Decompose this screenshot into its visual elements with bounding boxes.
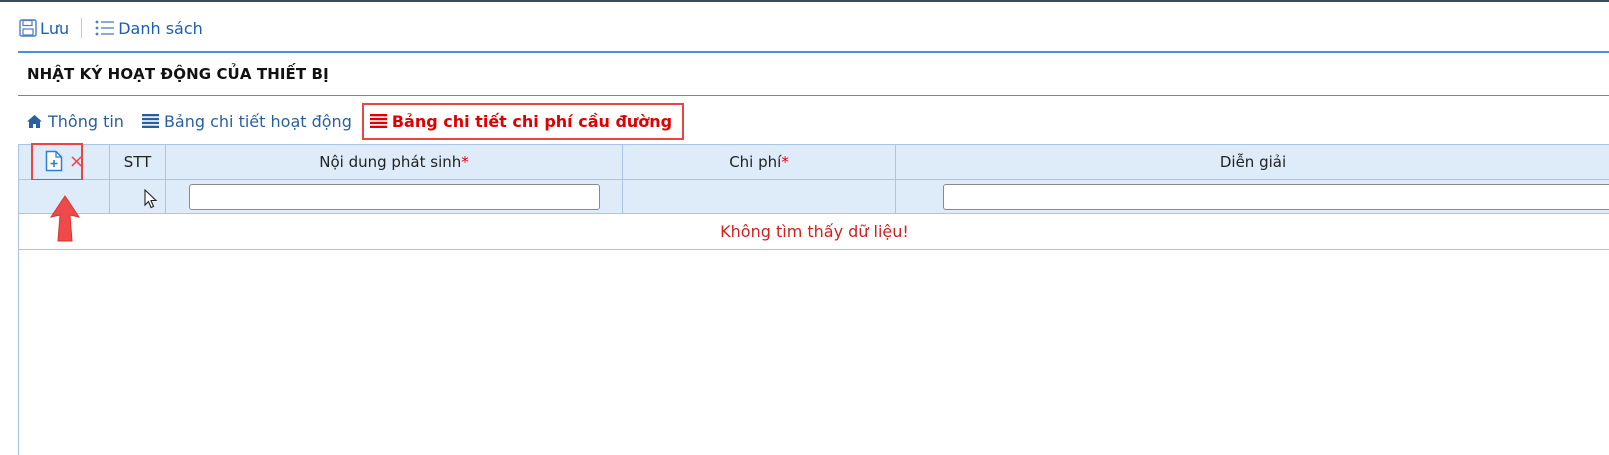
tab-label: Thông tin (48, 111, 124, 131)
arrow-up-icon (50, 195, 80, 242)
filter-dien-giai-cell (896, 180, 1609, 213)
header-noi-dung-phat-sinh: Nội dung phát sinh * (166, 145, 623, 179)
required-mark: * (461, 153, 469, 171)
cost-grid: × STT Nội dung phát sinh * Chi phí * Diễn … (18, 143, 1609, 455)
tab-bang-chi-tiet-hoat-dong[interactable]: Bảng chi tiết hoạt động (141, 111, 352, 131)
dien-giai-filter-input[interactable] (943, 183, 1609, 210)
header-stt: STT (110, 145, 166, 179)
save-icon (19, 19, 37, 37)
window-top-border (0, 0, 1609, 2)
grid-header-row: × STT Nội dung phát sinh * Chi phí * Diễn … (19, 143, 1609, 181)
grid-filter-row (19, 180, 1609, 214)
list-label: Danh sách (118, 18, 203, 38)
empty-message: Không tìm thấy dữ liệu! (720, 222, 909, 241)
toolbar: Lưu Danh sách (18, 14, 203, 42)
title-divider (18, 95, 1609, 96)
list-icon (369, 114, 387, 128)
header-chi-phi: Chi phí * (623, 145, 896, 179)
home-icon (27, 114, 42, 128)
noi-dung-filter-input[interactable] (188, 183, 600, 210)
highlight-box (31, 143, 83, 181)
list-icon (95, 20, 115, 36)
tab-bang-chi-tiet-chi-phi-cau-duong[interactable]: Bảng chi tiết chi phí cầu đường (361, 102, 685, 140)
tab-label: Bảng chi tiết chi phí cầu đường (391, 111, 673, 131)
empty-row: Không tìm thấy dữ liệu! (19, 214, 1609, 250)
mouse-pointer-icon (144, 189, 158, 209)
tab-bar: Thông tin Bảng chi tiết hoạt động Bảng c… (18, 102, 702, 140)
tab-thong-tin[interactable]: Thông tin (26, 112, 124, 131)
list-icon (141, 114, 159, 128)
save-button[interactable]: Lưu (18, 18, 69, 38)
toolbar-separator (81, 18, 83, 38)
tab-label: Bảng chi tiết hoạt động (163, 111, 352, 131)
required-mark: * (781, 153, 789, 171)
filter-noi-dung-cell (166, 180, 623, 213)
save-label: Lưu (40, 18, 70, 38)
list-button[interactable]: Danh sách (94, 18, 203, 38)
toolbar-divider (18, 51, 1609, 53)
filter-chi-phi-cell (623, 180, 896, 213)
header-actions-cell: × (19, 143, 110, 181)
header-dien-giai: Diễn giải (1219, 153, 1287, 171)
page-title: NHẬT KÝ HOẠT ĐỘNG CỦA THIẾT BỊ (27, 65, 329, 83)
